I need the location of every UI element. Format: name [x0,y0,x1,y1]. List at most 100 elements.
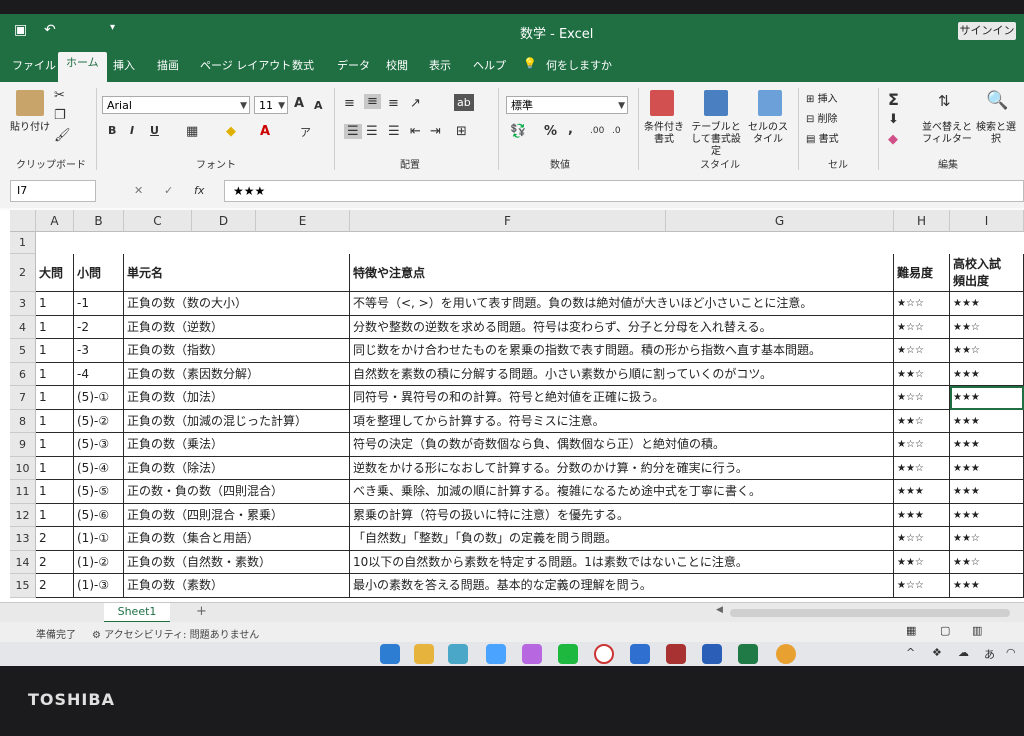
tab-page-layout[interactable]: ページ レイアウト [200,57,291,73]
table-cell[interactable]: 1 [36,315,74,339]
access-icon[interactable] [666,644,686,664]
accessibility-status[interactable]: ⚙ アクセシビリティ: 問題ありません [92,626,259,641]
autosum-icon[interactable]: Σ [888,90,899,109]
grow-font-button[interactable]: A [294,96,304,111]
table-cell[interactable]: (1)-③ [74,574,124,598]
underline-button[interactable]: U [150,124,159,137]
align-left-icon[interactable]: ☰ [344,124,362,139]
copilot-icon[interactable] [522,644,542,664]
clear-icon[interactable]: ◆ [888,132,898,147]
difficulty-cell[interactable]: ★☆☆ [894,527,950,551]
tab-draw[interactable]: 描画 [157,57,179,73]
tell-me-search[interactable]: 何をしますか [546,57,612,73]
chrome-icon[interactable] [776,644,796,664]
ime-mode-indicator[interactable]: あ [984,646,995,662]
start-icon[interactable] [380,644,400,664]
wifi-icon[interactable]: ◠ [1006,646,1016,659]
tab-insert[interactable]: 挿入 [113,57,135,73]
table-cell[interactable]: 正負の数（指数） [124,339,350,363]
excel-icon[interactable] [738,644,758,664]
shrink-font-button[interactable]: A [314,99,323,112]
column-header-b[interactable]: B [74,210,124,232]
table-cell[interactable]: 正負の数（加減の混じった計算） [124,409,350,433]
table-cell[interactable]: (5)-② [74,409,124,433]
italic-button[interactable]: I [130,124,134,137]
table-cell[interactable]: (5)-④ [74,456,124,480]
format-as-table-icon[interactable] [704,90,728,116]
table-cell[interactable]: (1)-② [74,550,124,574]
table-cell[interactable]: 10以下の自然数から素数を特定する問題。1は素数ではないことに注意。 [350,550,894,574]
header-cell[interactable]: 難易度 [894,254,950,292]
percent-button[interactable]: % [544,124,557,139]
decrease-indent-icon[interactable]: ⇤ [410,124,421,139]
table-cell[interactable]: 1 [36,362,74,386]
frequency-cell[interactable]: ★★☆ [950,527,1024,551]
difficulty-cell[interactable]: ★☆☆ [894,433,950,457]
font-color-icon[interactable]: A [260,124,270,139]
row-header[interactable]: 7 [10,386,36,410]
table-cell[interactable]: 正負の数（素因数分解） [124,362,350,386]
table-cell[interactable]: 2 [36,550,74,574]
table-cell[interactable]: 逆数をかける形になおして計算する。分数のかけ算・約分を確実に行う。 [350,456,894,480]
sheet-tab[interactable]: Sheet1 [104,603,170,623]
worksheet-grid[interactable]: A B C D E F G H I 1 2 大問 小問 単元名 特徴や注意点 難易度 高校入試 頻出度 3 1 -1 正負… [0,210,1024,602]
table-cell[interactable]: -4 [74,362,124,386]
app-icon[interactable] [630,644,650,664]
add-sheet-button[interactable]: + [196,604,207,619]
column-header-a[interactable]: A [36,210,74,232]
table-cell[interactable]: 正負の数（除法） [124,456,350,480]
sort-filter-button[interactable]: 並べ替えとフィルター [922,122,972,146]
header-cell[interactable]: 単元名 [124,254,350,292]
frequency-cell[interactable]: ★★★ [950,362,1024,386]
tab-help[interactable]: ヘルプ [473,57,506,73]
row-header[interactable]: 3 [10,292,36,316]
table-cell[interactable]: 累乗の計算（符号の扱いに特に注意）を優先する。 [350,503,894,527]
table-cell[interactable]: 1 [36,503,74,527]
row-header[interactable]: 4 [10,315,36,339]
tab-formulas[interactable]: 数式 [292,57,314,73]
store-icon[interactable] [486,644,506,664]
column-header-h[interactable]: H [894,210,950,232]
table-cell[interactable]: べき乗、乗除、加減の順に計算する。複雑になるため途中式を丁寧に書く。 [350,480,894,504]
row-header[interactable]: 10 [10,456,36,480]
table-cell[interactable]: (5)-⑤ [74,480,124,504]
row-header[interactable]: 15 [10,574,36,598]
row-header[interactable]: 14 [10,550,36,574]
increase-decimal-icon[interactable]: .00 [590,126,604,136]
customize-quick-access-icon[interactable]: ▾ [110,22,115,33]
frequency-cell[interactable]: ★★☆ [950,315,1024,339]
difficulty-cell[interactable]: ★★★ [894,503,950,527]
dropbox-icon[interactable]: ❖ [932,646,942,659]
align-center-icon[interactable]: ☰ [366,124,378,139]
frequency-cell[interactable]: ★★★ [950,409,1024,433]
align-middle-icon[interactable]: ≡ [364,94,381,109]
table-cell[interactable]: -3 [74,339,124,363]
row-header[interactable]: 8 [10,409,36,433]
frequency-cell[interactable]: ★★★ [950,386,1024,410]
header-cell[interactable]: 高校入試 頻出度 [950,254,1024,292]
delete-cells-button[interactable]: ⊟ 削除 [806,114,838,126]
cell-styles-button[interactable]: セルのスタイル [744,122,792,146]
row-header[interactable]: 9 [10,433,36,457]
insert-cells-button[interactable]: ⊞ 挿入 [806,94,838,106]
copy-icon[interactable]: ❐ [54,108,66,123]
table-cell[interactable]: 1 [36,292,74,316]
frequency-cell[interactable]: ★★★ [950,433,1024,457]
difficulty-cell[interactable]: ★★☆ [894,362,950,386]
frequency-cell[interactable]: ★★★ [950,574,1024,598]
table-cell[interactable]: 正負の数（四則混合・累乗） [124,503,350,527]
search-icon[interactable]: 🔍 [986,90,1008,111]
paste-button[interactable]: 貼り付け [10,122,50,134]
header-cell[interactable]: 小問 [74,254,124,292]
chevron-up-icon[interactable]: ^ [906,646,915,659]
row-header[interactable]: 13 [10,527,36,551]
decrease-decimal-icon[interactable]: .0 [612,126,621,136]
select-all-corner[interactable] [10,210,36,232]
table-cell[interactable]: (1)-① [74,527,124,551]
difficulty-cell[interactable]: ★★☆ [894,456,950,480]
font-name-combo[interactable]: Arial ▼ [102,96,250,114]
table-cell[interactable]: 同符号・異符号の和の計算。符号と絶対値を正確に扱う。 [350,386,894,410]
row-header[interactable]: 11 [10,480,36,504]
conditional-format-button[interactable]: 条件付き書式 [640,122,688,146]
increase-indent-icon[interactable]: ⇥ [430,124,441,139]
